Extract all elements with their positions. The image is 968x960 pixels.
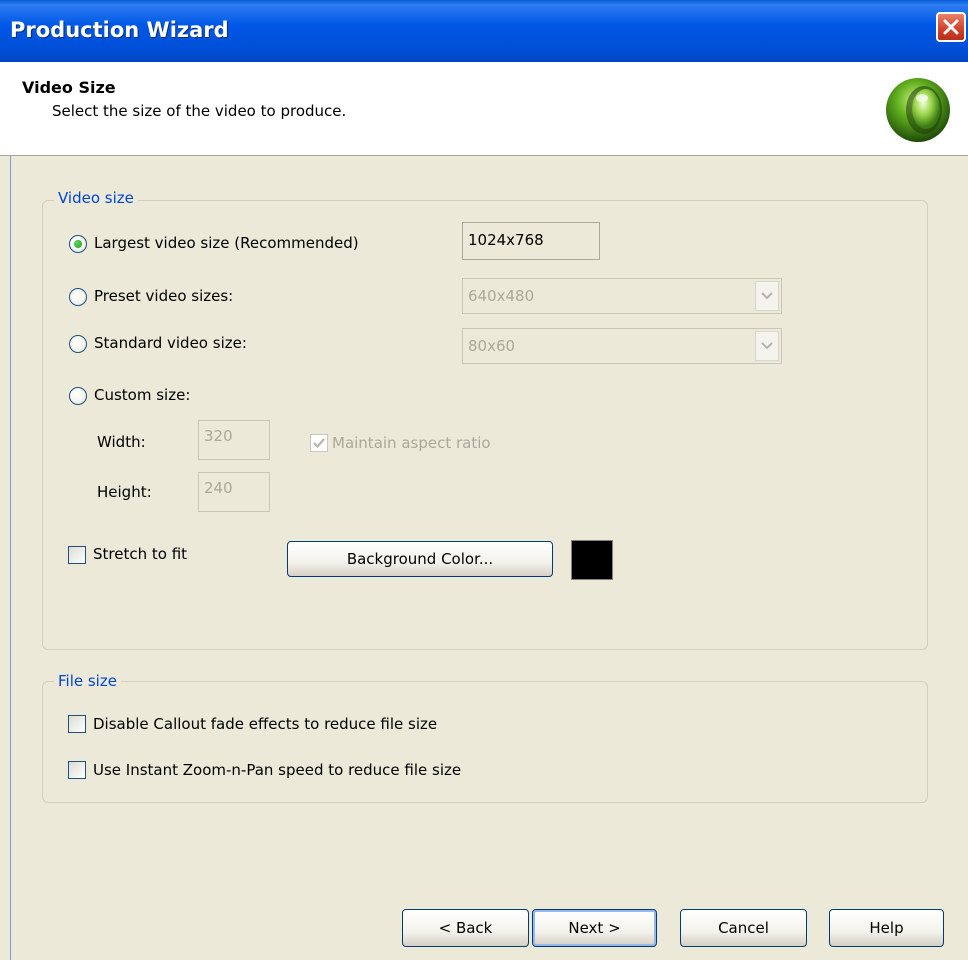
- largest-size-label[interactable]: Largest video size (Recommended): [94, 234, 359, 252]
- title-bar[interactable]: Production Wizard: [0, 0, 968, 62]
- video-size-group: [42, 200, 928, 650]
- app-logo-icon: [886, 78, 950, 142]
- stretch-to-fit-checkbox[interactable]: [68, 546, 86, 564]
- page-subtitle: Select the size of the video to produce.: [52, 102, 347, 120]
- standard-size-select[interactable]: 80x60: [462, 328, 782, 364]
- instant-zoom-checkbox[interactable]: [68, 761, 86, 779]
- height-label: Height:: [97, 483, 152, 501]
- preset-size-label[interactable]: Preset video sizes:: [94, 287, 233, 305]
- maintain-aspect-checkbox[interactable]: [310, 434, 328, 452]
- preset-size-value: 640x480: [468, 287, 535, 305]
- height-field[interactable]: 240: [198, 472, 270, 512]
- width-field[interactable]: 320: [198, 420, 270, 460]
- chevron-down-icon: [761, 342, 773, 350]
- wizard-header: Video Size Select the size of the video …: [0, 62, 968, 156]
- disable-callout-label[interactable]: Disable Callout fade effects to reduce f…: [93, 715, 437, 733]
- stretch-to-fit-label[interactable]: Stretch to fit: [93, 545, 187, 563]
- background-color-button[interactable]: Background Color...: [287, 541, 553, 577]
- custom-size-radio[interactable]: [69, 387, 87, 405]
- next-button[interactable]: Next >: [532, 909, 657, 947]
- standard-size-radio[interactable]: [69, 335, 87, 353]
- close-icon: [943, 19, 959, 35]
- close-button[interactable]: [936, 12, 966, 42]
- disable-callout-checkbox[interactable]: [68, 715, 86, 733]
- help-button[interactable]: Help: [829, 909, 944, 947]
- chevron-down-icon: [761, 292, 773, 300]
- preset-size-select[interactable]: 640x480: [462, 278, 782, 314]
- instant-zoom-label[interactable]: Use Instant Zoom-n-Pan speed to reduce f…: [93, 761, 461, 779]
- preset-dropdown-button[interactable]: [755, 281, 779, 311]
- standard-size-value: 80x60: [468, 337, 516, 355]
- page-title: Video Size: [22, 78, 116, 97]
- largest-size-radio[interactable]: [69, 235, 87, 253]
- cancel-button[interactable]: Cancel: [680, 909, 807, 947]
- width-label: Width:: [97, 433, 146, 451]
- window-title: Production Wizard: [10, 18, 229, 42]
- standard-dropdown-button[interactable]: [755, 331, 779, 361]
- checkmark-icon: [313, 438, 325, 449]
- file-size-group-label: File size: [54, 672, 121, 690]
- background-color-swatch[interactable]: [571, 540, 613, 580]
- standard-size-label[interactable]: Standard video size:: [94, 334, 247, 352]
- largest-size-value: 1024x768: [462, 222, 600, 260]
- preset-size-radio[interactable]: [69, 288, 87, 306]
- file-size-group: [42, 681, 928, 803]
- back-button[interactable]: < Back: [402, 909, 529, 947]
- custom-size-label[interactable]: Custom size:: [94, 386, 190, 404]
- maintain-aspect-label: Maintain aspect ratio: [332, 434, 491, 452]
- dialog-left-border: [10, 156, 11, 960]
- video-size-group-label: Video size: [54, 189, 138, 207]
